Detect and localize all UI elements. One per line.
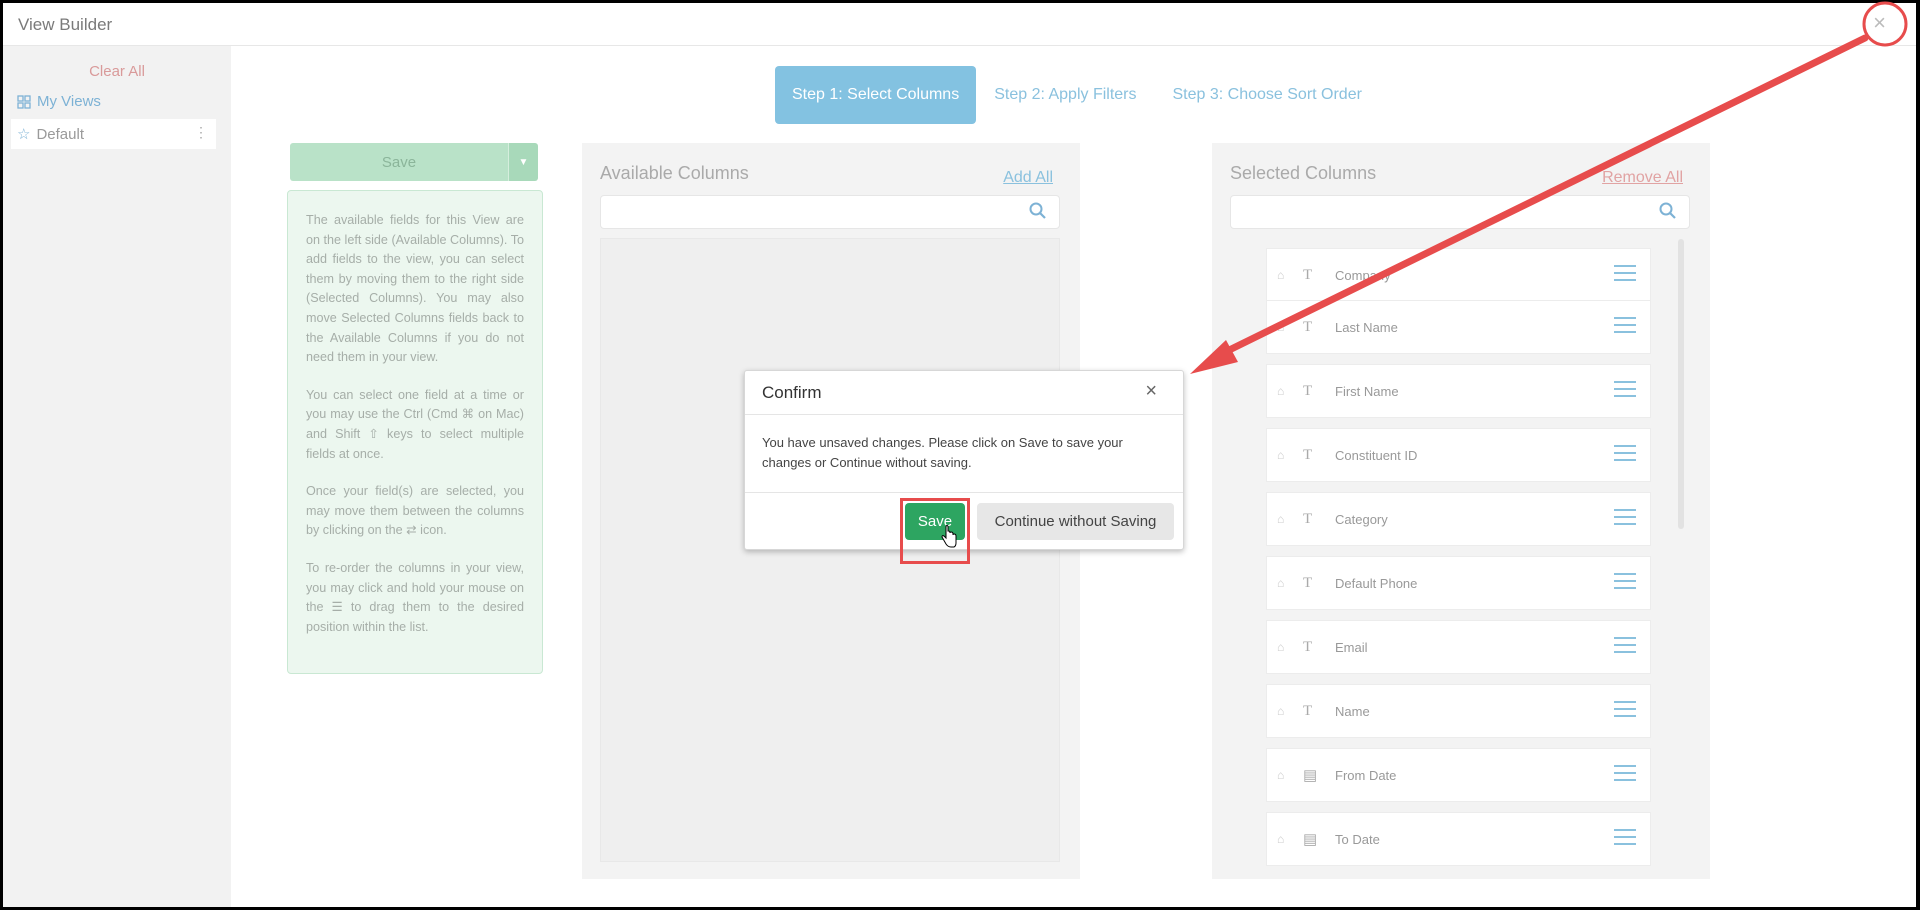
column-name: Category xyxy=(1335,511,1388,527)
text-type-icon: T xyxy=(1303,382,1313,399)
save-split-button: Save ▼ xyxy=(290,143,538,181)
default-view-label: Default xyxy=(36,125,84,143)
calendar-type-icon: ▤ xyxy=(1303,767,1318,784)
column-name: Constituent ID xyxy=(1335,447,1418,463)
selected-columns-list: ⌂ T Company ⌂ T Last Name ⌂ T First Name xyxy=(1230,238,1690,868)
search-icon[interactable] xyxy=(1029,202,1047,225)
lock-icon[interactable]: ⌂ xyxy=(1277,384,1284,398)
lock-icon[interactable]: ⌂ xyxy=(1277,576,1284,590)
list-item[interactable]: ⌂ T Category xyxy=(1266,492,1651,546)
tab-step-3[interactable]: Step 3: Choose Sort Order xyxy=(1155,66,1380,124)
my-views-link[interactable]: My Views xyxy=(17,93,101,110)
drag-handle-icon[interactable] xyxy=(1614,765,1636,786)
drag-handle-icon[interactable] xyxy=(1614,637,1636,658)
lock-icon[interactable]: ⌂ xyxy=(1277,640,1284,654)
dialog-message: You have unsaved changes. Please click o… xyxy=(762,435,1123,470)
selected-search-input[interactable] xyxy=(1230,195,1690,229)
star-icon[interactable]: ☆ xyxy=(17,125,30,143)
available-columns-list[interactable] xyxy=(600,238,1060,862)
grid-icon xyxy=(17,94,31,109)
clear-all-link[interactable]: Clear All xyxy=(3,63,231,80)
close-icon[interactable]: × xyxy=(1873,10,1886,36)
lock-icon[interactable]: ⌂ xyxy=(1277,704,1284,718)
text-type-icon: T xyxy=(1303,510,1313,527)
lock-icon[interactable]: ⌂ xyxy=(1277,268,1284,282)
tab-step-1[interactable]: Step 1: Select Columns xyxy=(775,66,977,124)
help-paragraph: To re-order the columns in your view, yo… xyxy=(306,560,524,634)
lock-icon[interactable]: ⌂ xyxy=(1277,512,1284,526)
text-type-icon: T xyxy=(1303,446,1313,463)
drag-handle-icon[interactable] xyxy=(1614,573,1636,594)
column-name: Default Phone xyxy=(1335,575,1418,591)
tab-step-2[interactable]: Step 2: Apply Filters xyxy=(976,66,1154,124)
column-name: Name xyxy=(1335,703,1370,719)
drag-handle-icon[interactable] xyxy=(1614,317,1636,338)
list-item[interactable]: ⌂ T Default Phone xyxy=(1266,556,1651,610)
list-item[interactable]: ⌂ ▤ To Date xyxy=(1266,812,1651,866)
column-name: Last Name xyxy=(1335,319,1398,335)
list-item[interactable]: ⌂ ▤ From Date xyxy=(1266,748,1651,802)
list-item[interactable]: ⌂ T Name xyxy=(1266,684,1651,738)
remove-all-link[interactable]: Remove All xyxy=(1602,169,1683,187)
selected-columns-title: Selected Columns xyxy=(1230,163,1377,183)
sidebar: Clear All My Views ☆ Default ⋮ xyxy=(3,46,231,907)
text-type-icon: T xyxy=(1303,266,1313,283)
lock-icon[interactable]: ⌂ xyxy=(1277,320,1284,334)
lock-icon[interactable]: ⌂ xyxy=(1277,832,1284,846)
drag-handle-icon[interactable] xyxy=(1614,265,1636,286)
help-paragraph: The available fields for this View are o… xyxy=(306,213,524,365)
close-icon[interactable]: × xyxy=(1145,380,1157,403)
list-item[interactable]: ⌂ T Company xyxy=(1266,248,1651,302)
dialog-title: Confirm xyxy=(762,383,822,402)
step-tabs: Step 1: Select Columns Step 2: Apply Fil… xyxy=(775,66,1380,124)
column-name: To Date xyxy=(1335,831,1380,847)
column-name: From Date xyxy=(1335,767,1397,783)
text-type-icon: T xyxy=(1303,574,1313,591)
help-paragraph: Once your field(s) are selected, you may… xyxy=(306,484,524,538)
column-name: First Name xyxy=(1335,383,1399,399)
column-name: Company xyxy=(1335,267,1391,283)
help-paragraph: You can select one field at a time or yo… xyxy=(306,387,524,461)
drag-handle-icon[interactable] xyxy=(1614,509,1636,530)
my-views-label: My Views xyxy=(37,93,101,110)
caret-down-icon[interactable]: ▼ xyxy=(508,143,538,181)
sidebar-item-default[interactable]: ☆ Default ⋮ xyxy=(11,119,216,149)
dialog-header: Confirm × xyxy=(745,371,1183,415)
drag-handle-icon[interactable] xyxy=(1614,701,1636,722)
confirm-dialog: Confirm × You have unsaved changes. Plea… xyxy=(744,370,1184,564)
scrollbar[interactable] xyxy=(1678,239,1684,529)
text-type-icon: T xyxy=(1303,702,1313,719)
title-bar: View Builder × xyxy=(3,3,1916,46)
text-type-icon: T xyxy=(1303,638,1313,655)
drag-handle-icon[interactable] xyxy=(1614,829,1636,850)
drag-handle-icon[interactable] xyxy=(1614,445,1636,466)
lock-icon[interactable]: ⌂ xyxy=(1277,768,1284,782)
add-all-link[interactable]: Add All xyxy=(1003,169,1053,187)
column-name: Email xyxy=(1335,639,1368,655)
calendar-type-icon: ▤ xyxy=(1303,831,1318,848)
hand-cursor-icon xyxy=(940,524,958,555)
view-builder-window: View Builder × Clear All My Views ☆ Defa… xyxy=(3,3,1916,907)
lock-icon[interactable]: ⌂ xyxy=(1277,448,1284,462)
help-box: The available fields for this View are o… xyxy=(287,190,543,674)
list-item[interactable]: ⌂ T First Name xyxy=(1266,364,1651,418)
list-item[interactable]: ⌂ T Constituent ID xyxy=(1266,428,1651,482)
available-search-input[interactable] xyxy=(600,195,1060,229)
continue-without-saving-button[interactable]: Continue without Saving xyxy=(977,503,1174,540)
drag-handle-icon[interactable] xyxy=(1614,381,1636,402)
list-item[interactable]: ⌂ T Email xyxy=(1266,620,1651,674)
window-title: View Builder xyxy=(18,15,113,34)
dialog-footer: Save Continue without Saving xyxy=(745,492,1183,564)
search-icon[interactable] xyxy=(1659,202,1677,225)
available-columns-title: Available Columns xyxy=(600,163,749,183)
selected-columns-panel: Selected Columns Remove All ⌂ T Company … xyxy=(1212,143,1710,879)
list-item[interactable]: ⌂ T Last Name xyxy=(1266,300,1651,354)
save-button[interactable]: Save xyxy=(290,143,508,181)
kebab-menu-icon[interactable]: ⋮ xyxy=(194,124,208,141)
text-type-icon: T xyxy=(1303,318,1313,335)
